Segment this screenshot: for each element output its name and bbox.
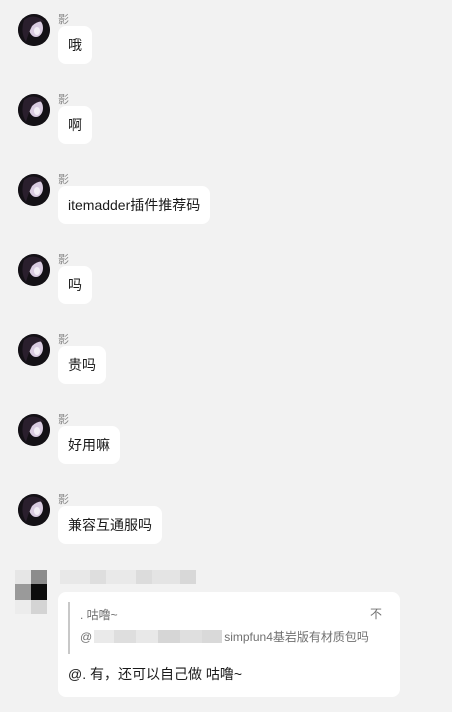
sender-name: 影 (58, 94, 69, 106)
quote-author: . 咕噜~ (80, 608, 118, 622)
quote-content: @ simpfun4基岩版有材质包吗 (80, 630, 369, 644)
avatar-image (18, 334, 50, 366)
avatar[interactable] (18, 94, 50, 126)
sender-name: 影 (58, 414, 69, 426)
avatar[interactable] (18, 414, 50, 446)
redacted-mention (94, 630, 223, 643)
message-bubble[interactable]: 哦 (58, 26, 92, 64)
sender-name-redacted (60, 570, 196, 584)
avatar-image (18, 94, 50, 126)
sender-name: 影 (58, 494, 69, 506)
avatar[interactable] (18, 334, 50, 366)
avatar-image (18, 14, 50, 46)
quote-side-text: 不 (369, 607, 382, 621)
message-bubble[interactable]: itemadder插件推荐码 (58, 186, 211, 224)
reply-message-bubble[interactable]: . 咕噜~ 不 @ simpfun4基岩版有材质包吗 @. 有，还可以自己做 咕噜… (58, 592, 400, 697)
sender-name: 影 (58, 334, 69, 346)
quote-text: simpfun4基岩版有材质包吗 (224, 630, 369, 644)
avatar[interactable] (18, 254, 50, 286)
sender-name: 影 (58, 14, 69, 26)
message-bubble[interactable]: 啊 (58, 106, 92, 144)
sender-name: 影 (58, 254, 69, 266)
avatar-image (18, 174, 50, 206)
avatar-image (18, 494, 50, 526)
message-bubble[interactable]: 吗 (58, 266, 92, 304)
avatar-image (18, 414, 50, 446)
message-bubble[interactable]: 好用嘛 (58, 426, 120, 464)
avatar-redacted[interactable] (15, 570, 47, 614)
avatar[interactable] (18, 174, 50, 206)
message-bubble[interactable]: 兼容互通服吗 (58, 506, 162, 544)
avatar[interactable] (18, 14, 50, 46)
message-bubble[interactable]: 贵吗 (58, 346, 106, 384)
quoted-message[interactable]: . 咕噜~ 不 @ simpfun4基岩版有材质包吗 (68, 602, 386, 654)
reply-text: @. 有，还可以自己做 咕噜~ (68, 666, 243, 682)
avatar-image (18, 254, 50, 286)
avatar[interactable] (18, 494, 50, 526)
chat-message-list[interactable]: 影 哦 影 啊 影 itemadder插件推荐码 影 吗 影 贵吗 影 好用嘛 … (0, 0, 452, 712)
sender-name: 影 (58, 174, 69, 186)
quote-mention: @ (80, 630, 93, 644)
